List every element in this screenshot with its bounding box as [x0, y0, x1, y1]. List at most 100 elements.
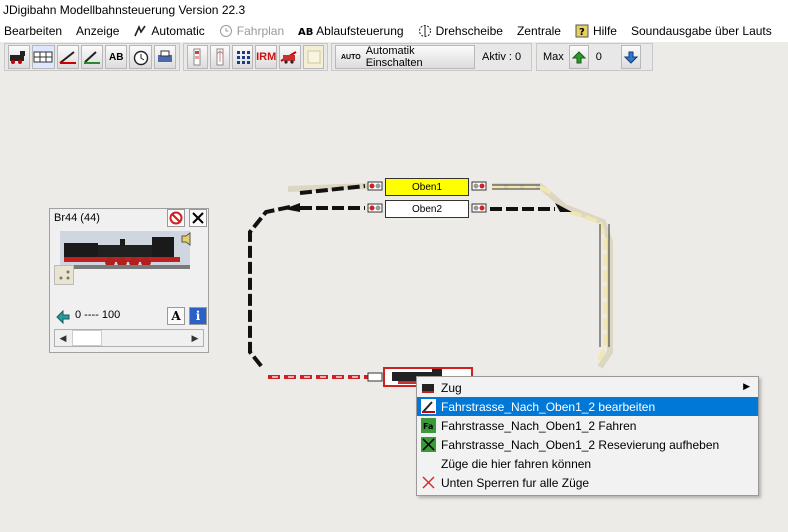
menu-drehscheibe-label: Drehscheibe: [435, 24, 503, 38]
block-oben1[interactable]: Oben1: [385, 178, 469, 196]
direction-button[interactable]: [54, 308, 72, 326]
menu-soundausgabe-label: Soundausgabe über Lauts: [630, 24, 772, 38]
ctx-zug-label: Zug: [441, 380, 462, 395]
loco-close-button[interactable]: [189, 209, 207, 227]
speed-range: 0 ---- 100: [75, 309, 121, 321]
dots-icon: [59, 270, 70, 280]
menu-soundausgabe[interactable]: Soundausgabe über Lauts: [631, 24, 772, 38]
block-oben2[interactable]: Oben2: [385, 200, 469, 218]
menu-ablaufsteuerung[interactable]: AB Ablaufsteuerung: [298, 24, 403, 38]
toolbar-automatik: AUTO Automatik Einschalten Aktiv : 0: [331, 43, 532, 71]
scroll-right-icon[interactable]: ▶: [187, 330, 203, 346]
menu-fahrplan-label: Fahrplan: [236, 24, 285, 38]
turntable-icon: [418, 24, 432, 38]
route-release-icon: [421, 437, 436, 452]
automatik-button[interactable]: AUTO Automatik Einschalten: [335, 45, 475, 69]
info-button[interactable]: i: [189, 307, 207, 325]
clock-button[interactable]: [129, 45, 152, 69]
menu-automatic[interactable]: Automatic: [133, 24, 205, 38]
ctx-item-fahren[interactable]: Fa Fahrstrasse_Nach_Oben1_2 Fahren: [417, 416, 758, 435]
grid-icon: [33, 51, 53, 63]
block-oben1-label: Oben1: [411, 181, 443, 193]
route-draw-button[interactable]: [80, 45, 104, 69]
train-red-icon: [280, 51, 297, 64]
arrow-up-icon: [571, 51, 586, 64]
loco-stop-button[interactable]: [167, 209, 185, 227]
ctx-item-bearbeiten[interactable]: Fahrstrasse_Nach_Oben1_2 bearbeiten: [417, 397, 758, 416]
help-icon: ?: [575, 24, 589, 38]
menu-bearbeiten-label: Bearbeiten: [4, 24, 63, 38]
menu-anzeige-label: Anzeige: [76, 24, 120, 38]
max-label: Max: [543, 51, 564, 63]
ctx-zuege-label: Züge die hier fahren können: [441, 456, 592, 471]
arrow-left-icon: [56, 310, 70, 324]
ctx-reservierung-label: Fahrstrasse_Nach_Oben1_2 Resevierung auf…: [441, 437, 720, 452]
train-red-button[interactable]: [279, 45, 302, 69]
menu-bar: Bearbeiten Anzeige Automatic Fahrplan AB…: [0, 20, 788, 42]
menu-fahrplan[interactable]: Fahrplan: [219, 24, 284, 38]
toolbar-tools: IRM: [183, 43, 328, 71]
aktiv-count: Aktiv : 0: [482, 51, 522, 63]
ctx-bearbeiten-label: Fahrstrasse_Nach_Oben1_2 bearbeiten: [441, 399, 656, 414]
svg-text:AB: AB: [298, 27, 313, 38]
signal-red-button[interactable]: [187, 45, 208, 69]
submenu-arrow-icon: ▶: [743, 381, 750, 391]
menu-bearbeiten[interactable]: Bearbeiten: [4, 24, 62, 38]
menu-drehscheibe[interactable]: Drehscheibe: [418, 24, 503, 38]
no-entry-icon: [169, 211, 183, 225]
steam-locomotive-image: [60, 231, 190, 269]
menu-zentrale[interactable]: Zentrale: [517, 24, 561, 38]
blank-icon: [307, 50, 321, 64]
menu-zentrale-label: Zentrale: [516, 24, 561, 38]
function-grid[interactable]: [54, 265, 74, 285]
max-decrease-button[interactable]: [620, 45, 641, 69]
max-value: 0: [595, 51, 602, 63]
ab-button[interactable]: AB: [105, 45, 128, 69]
ctx-item-reservierung[interactable]: Fahrstrasse_Nach_Oben1_2 Resevierung auf…: [417, 435, 758, 454]
clock-icon: [219, 24, 233, 38]
print-button[interactable]: [153, 45, 176, 69]
loco-control-panel: Br44 (44) 0 ---- 100 A i ◀ ▶: [49, 208, 209, 353]
window-title: JDigibahn Modellbahnsteuerung Version 22…: [0, 0, 788, 20]
track-upper-loop-left: [248, 205, 291, 369]
ab-button-label: AB: [109, 51, 124, 63]
signal-red-icon: [193, 48, 201, 66]
route-pen-icon: [59, 51, 76, 64]
ctx-item-zuege[interactable]: Züge die hier fahren können: [417, 454, 758, 473]
speaker-icon[interactable]: [180, 231, 196, 247]
block-oben2-label: Oben2: [411, 203, 443, 215]
svg-text:?: ?: [579, 27, 585, 38]
empty-tool-button[interactable]: [303, 45, 324, 69]
automatic-icon: [133, 24, 147, 38]
ctx-fahren-label: Fahrstrasse_Nach_Oben1_2 Fahren: [441, 418, 637, 433]
grid-layout-button[interactable]: [32, 45, 55, 69]
ctx-item-sperren[interactable]: Unten Sperren fur alle Züge: [417, 473, 758, 492]
scroll-left-icon[interactable]: ◀: [55, 330, 71, 346]
automatik-label: Automatik Einschalten: [365, 45, 423, 69]
menu-automatic-label: Automatic: [151, 24, 205, 38]
loco-title: Br44 (44): [54, 212, 100, 224]
route-edit-icon: [421, 399, 436, 414]
dots-grid-icon: [236, 51, 250, 64]
route-draw-icon: [83, 51, 100, 64]
a-button[interactable]: A: [167, 307, 185, 325]
locomotive-icon: [10, 51, 26, 64]
locomotive-button[interactable]: [8, 45, 31, 69]
irm-button[interactable]: IRM: [255, 45, 278, 69]
scroll-thumb[interactable]: [72, 330, 102, 346]
toolbar-main: AB: [4, 43, 180, 71]
signal-up-button[interactable]: [209, 45, 231, 69]
toolbar-max: Max 0: [536, 43, 653, 71]
menu-ablaufsteuerung-label: Ablaufsteuerung: [316, 24, 404, 38]
menu-hilfe[interactable]: ? Hilfe: [575, 24, 617, 38]
ab-icon: AB: [298, 24, 313, 38]
menu-anzeige[interactable]: Anzeige: [76, 24, 119, 38]
route-edit-button[interactable]: [56, 45, 79, 69]
menu-hilfe-label: Hilfe: [592, 24, 617, 38]
ctx-item-zug[interactable]: Zug ▶: [417, 378, 758, 397]
max-increase-button[interactable]: [568, 45, 589, 69]
speed-scrollbar[interactable]: ◀ ▶: [54, 329, 204, 347]
auto-badge: AUTO: [341, 53, 361, 61]
grid-dots-button[interactable]: [232, 45, 254, 69]
context-menu: Zug ▶ Fahrstrasse_Nach_Oben1_2 bearbeite…: [416, 376, 759, 496]
